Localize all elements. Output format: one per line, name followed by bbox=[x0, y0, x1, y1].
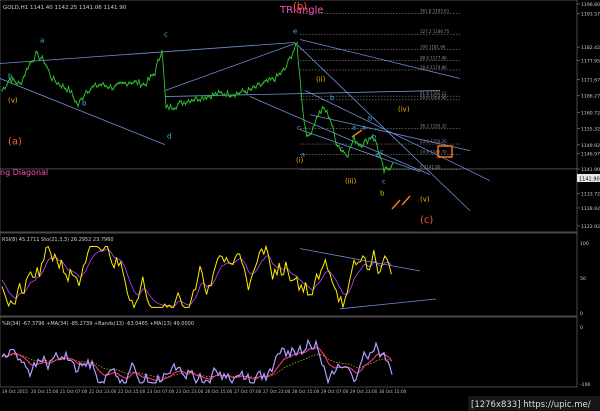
wave-label: (c) bbox=[420, 215, 433, 226]
wave-label: (b) bbox=[293, 1, 307, 12]
fib-label: 23.6 1150.20 bbox=[420, 139, 447, 144]
sub-wave-label: b bbox=[330, 94, 334, 102]
sub-wave-label: a bbox=[362, 124, 366, 132]
fib-label: 0 1141.80 bbox=[420, 164, 441, 169]
y-tick-label: 1122.92 bbox=[581, 224, 600, 230]
time-tick-label: 28 Oct 15:00 bbox=[292, 389, 320, 394]
time-tick-label: 27 Oct 23:00 bbox=[263, 389, 291, 394]
rsi-tick-label: 50 bbox=[580, 276, 586, 282]
fib-label: 38.2 1155.32 bbox=[420, 124, 447, 129]
symbol-info: GOLD,H1 1141.40 1142.25 1141.06 1141.90 bbox=[3, 5, 127, 11]
price-axis: 1196.80 1193.57 1182.42 1177.95 1171.67 1166.… bbox=[577, 2, 600, 230]
time-tick-label: 29 Oct 07:00 bbox=[321, 389, 349, 394]
fib-label: 161.8 1193.61 bbox=[420, 9, 450, 14]
ending-diagonal-label: ng Diagonal bbox=[0, 168, 48, 177]
wave-label: (a) bbox=[8, 137, 22, 148]
y-tick-label: 1149.92 bbox=[581, 143, 600, 149]
rsi-tick-label: 100 bbox=[580, 241, 589, 247]
time-tick-label: 29 Oct 23:00 bbox=[350, 389, 378, 394]
y-tick-label: 1160.72 bbox=[581, 110, 600, 116]
y-tick-label: 1133.72 bbox=[581, 192, 600, 198]
current-price-label: 1141.90 bbox=[579, 177, 600, 183]
sub-wave-label: c bbox=[340, 145, 344, 153]
wave-label: (iv) bbox=[398, 106, 410, 114]
sub-wave-label: e bbox=[376, 151, 380, 159]
osc-tick-label: 0 bbox=[580, 325, 583, 331]
time-tick-label: 26 Oct 15:00 bbox=[205, 389, 233, 394]
sub-wave-label: c bbox=[297, 124, 301, 132]
rsi-header: RSI(8) 45.1711 Sto(21,3,3) 26.2952 23.79… bbox=[2, 237, 114, 243]
wave-label: (ii) bbox=[316, 76, 326, 84]
y-tick-label: 1177.95 bbox=[581, 59, 600, 65]
wave-label: (v) bbox=[420, 196, 430, 204]
sub-wave-label: b bbox=[372, 133, 376, 141]
wave-label: b bbox=[8, 73, 13, 81]
time-tick-label: 21 Oct 23:00 bbox=[89, 389, 117, 394]
sub-wave-label: c bbox=[382, 178, 386, 186]
osc-tick-label: -100 bbox=[580, 382, 591, 388]
wave-label: d bbox=[167, 133, 171, 141]
fib-label: 127.2 1186.75 bbox=[420, 29, 450, 34]
sub-wave-label: c bbox=[380, 148, 384, 156]
y-tick-label: 1182.42 bbox=[581, 45, 600, 51]
time-tick-label: 19 Oct 2015 bbox=[2, 389, 28, 394]
rsi-tick-label: 0 bbox=[580, 311, 583, 317]
y-tick-label: 1155.32 bbox=[581, 127, 600, 133]
fib-label: 88.6 1177.96 bbox=[420, 56, 447, 61]
watermark: [1276x833] https://upic.me/ bbox=[471, 400, 591, 410]
fib-label: 14.6 1146.70 bbox=[420, 150, 447, 155]
price-panel bbox=[0, 0, 578, 233]
wave-label: a bbox=[40, 36, 44, 44]
y-tick-label: 1141.90 bbox=[581, 167, 600, 173]
fib-label: 100 1181.60 bbox=[420, 45, 446, 50]
time-tick-label: 20 Oct 15:00 bbox=[31, 389, 59, 394]
sub-wave-label: a bbox=[352, 124, 356, 132]
time-tick-label: 27 Oct 07:00 bbox=[234, 389, 262, 394]
time-tick-label: 23 Oct 23:00 bbox=[176, 389, 204, 394]
y-tick-label: 1193.57 bbox=[581, 12, 600, 18]
wave-label: (iii) bbox=[345, 178, 357, 186]
fib-label: 50.0 1164.90 bbox=[420, 95, 447, 100]
time-tick-label: 23 Oct 07:00 bbox=[147, 389, 175, 394]
time-tick-label: 21 Oct 07:00 bbox=[60, 389, 88, 394]
wave-label: (v) bbox=[8, 97, 18, 105]
sub-wave-label: b bbox=[380, 190, 385, 198]
sub-wave-label: b bbox=[368, 115, 372, 123]
wave-label: e bbox=[293, 27, 297, 35]
time-tick-label: 30 Oct 15:00 bbox=[379, 389, 407, 394]
wave-label: c bbox=[164, 30, 168, 38]
sub-wave-label: a bbox=[301, 151, 305, 159]
y-tick-label: 1128.92 bbox=[581, 206, 600, 212]
time-tick-label: 22 Oct 15:00 bbox=[118, 389, 146, 394]
y-tick-label: 1171.67 bbox=[581, 78, 600, 84]
wave-label: b bbox=[82, 100, 87, 108]
oscillator-header: %R(34) -67.3796 +MA(34) -85.2739 +Bands(… bbox=[2, 321, 194, 327]
time-axis: 19 Oct 2015 20 Oct 15:00 21 Oct 07:00 21 Oc… bbox=[2, 389, 407, 394]
fib-label: 78.6 1174.86 bbox=[420, 65, 447, 70]
chart-canvas[interactable]: GOLD,H1 1141.40 1142.25 1141.06 1141.90 … bbox=[0, 0, 600, 411]
y-tick-label: 1196.80 bbox=[581, 2, 600, 8]
y-tick-label: 1166.27 bbox=[581, 94, 600, 100]
y-tick-label: 1146.97 bbox=[581, 152, 600, 158]
